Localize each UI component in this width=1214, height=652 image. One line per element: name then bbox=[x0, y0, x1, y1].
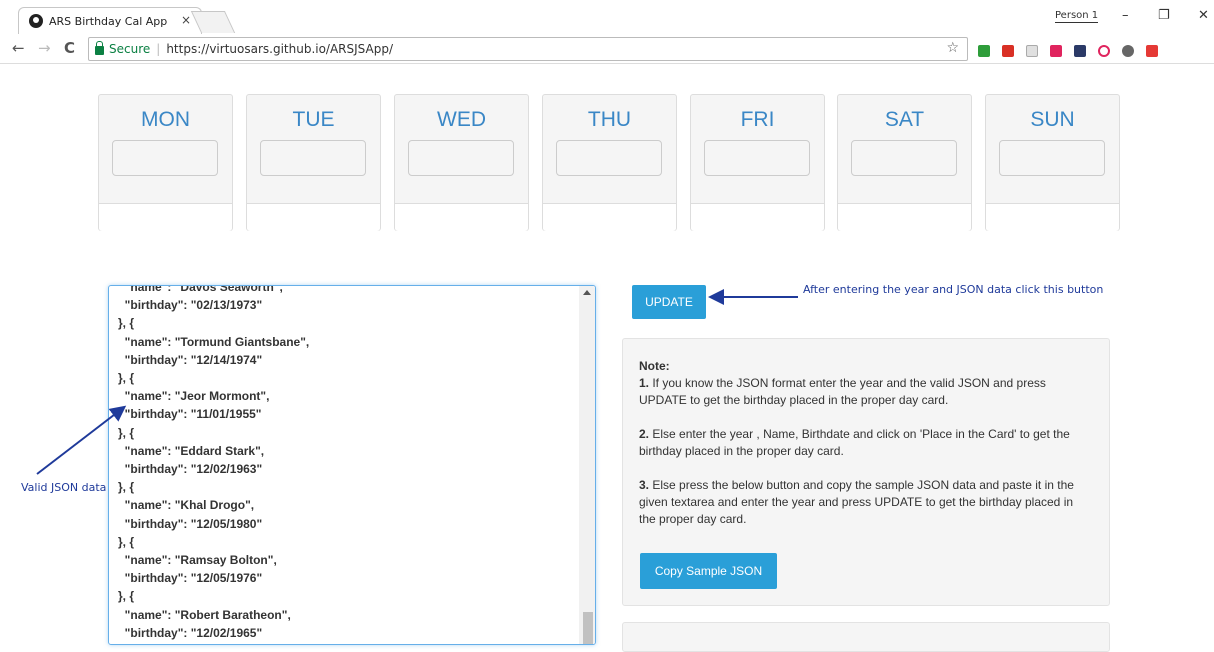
day-birthday-box bbox=[851, 140, 957, 176]
note-item-1: 1. If you know the JSON format enter the… bbox=[639, 376, 1046, 407]
github-icon bbox=[29, 14, 43, 28]
json-line: }, { bbox=[118, 589, 135, 604]
extension-icon-5[interactable] bbox=[1074, 45, 1086, 57]
json-textarea[interactable]: "name": "Davos Seaworth", "birthday": "0… bbox=[108, 285, 596, 645]
json-line: "birthday": "12/05/1980" bbox=[118, 516, 263, 531]
json-line: "birthday": "02/13/1973" bbox=[118, 298, 263, 313]
json-line: "name": "Eddard Stark", bbox=[118, 443, 265, 458]
day-label: TUE bbox=[292, 108, 335, 131]
update-button[interactable]: UPDATE bbox=[632, 285, 706, 319]
json-line: }, { bbox=[118, 480, 135, 495]
json-line: "name": "Jeor Mormont", bbox=[118, 389, 270, 404]
copy-sample-json-button[interactable]: Copy Sample JSON bbox=[640, 553, 777, 589]
json-line: "name": "Davos Seaworth", bbox=[118, 285, 283, 294]
extension-icon-3[interactable] bbox=[1026, 45, 1038, 57]
day-card-mon: MON bbox=[98, 94, 233, 231]
tab-title: ARS Birthday Cal App bbox=[49, 14, 168, 28]
day-birthday-box bbox=[112, 140, 218, 176]
day-card-footer bbox=[838, 203, 971, 231]
day-label: SAT bbox=[884, 108, 925, 131]
textarea-scrollbar[interactable] bbox=[579, 286, 595, 644]
reload-icon[interactable]: C bbox=[64, 39, 75, 57]
note-title: Note: bbox=[639, 359, 670, 373]
url-field[interactable]: Secure | https://virtuosars.github.io/AR… bbox=[88, 37, 968, 61]
day-card-footer bbox=[99, 203, 232, 231]
day-card-sun: SUN bbox=[985, 94, 1120, 231]
day-birthday-box bbox=[556, 140, 662, 176]
json-line: "name": "Ramsay Bolton", bbox=[118, 553, 277, 568]
json-line: }, { bbox=[118, 371, 135, 386]
extension-icon-4[interactable] bbox=[1050, 45, 1062, 57]
browser-tab[interactable]: ARS Birthday Cal App × bbox=[18, 7, 202, 34]
scroll-thumb[interactable] bbox=[583, 612, 593, 644]
json-line: }, { bbox=[118, 316, 135, 331]
day-card-fri: FRI bbox=[690, 94, 825, 231]
url-text: https://virtuosars.github.io/ARSJSApp/ bbox=[166, 42, 393, 56]
json-line: "name": "Khal Drogo", bbox=[118, 498, 255, 513]
lock-icon bbox=[95, 40, 104, 55]
json-line: }, { bbox=[118, 534, 135, 549]
json-line: "name": "Robert Baratheon", bbox=[118, 607, 291, 622]
day-label: FRI bbox=[740, 108, 775, 131]
json-line: "birthday": "11/01/1955" bbox=[118, 407, 262, 422]
panda-icon[interactable] bbox=[1122, 45, 1134, 57]
day-card-footer bbox=[543, 203, 676, 231]
day-label: WED bbox=[437, 108, 486, 131]
day-birthday-box bbox=[408, 140, 514, 176]
day-card-sat: SAT bbox=[837, 94, 972, 231]
extension-icon-8[interactable] bbox=[1146, 45, 1158, 57]
close-window-icon[interactable]: ✕ bbox=[1198, 8, 1209, 23]
forward-icon[interactable]: → bbox=[38, 39, 51, 57]
profile-button[interactable]: Person 1 bbox=[1055, 10, 1099, 23]
json-text: "name": "Davos Seaworth", "birthday": "0… bbox=[118, 285, 310, 644]
json-line: "birthday": "12/05/1976" bbox=[118, 571, 263, 586]
day-birthday-box bbox=[704, 140, 810, 176]
day-card-tue: TUE bbox=[246, 94, 381, 231]
day-label: THU bbox=[587, 108, 632, 131]
day-card-footer bbox=[395, 203, 528, 231]
address-bar: ← → C Secure | https://virtuosars.github… bbox=[0, 34, 1214, 64]
browser-tab-bar: ARS Birthday Cal App × Person 1 – ❐ ✕ bbox=[0, 0, 1214, 34]
restore-icon[interactable]: ❐ bbox=[1158, 8, 1170, 23]
bookmark-star-icon[interactable]: ☆ bbox=[946, 40, 959, 56]
note-item-2: 2. Else enter the year , Name, Birthdate… bbox=[639, 427, 1070, 458]
note-panel: Note: 1. If you know the JSON format ent… bbox=[622, 338, 1110, 606]
scroll-up-icon[interactable] bbox=[583, 290, 591, 295]
day-birthday-box bbox=[999, 140, 1105, 176]
minimize-icon[interactable]: – bbox=[1122, 8, 1129, 23]
note-item-3: 3. Else press the below button and copy … bbox=[639, 478, 1074, 526]
day-card-thu: THU bbox=[542, 94, 677, 231]
json-line: "birthday": "12/14/1974" bbox=[118, 352, 263, 367]
url-separator: | bbox=[156, 42, 161, 56]
json-line: }, { bbox=[118, 642, 309, 644]
back-icon[interactable]: ← bbox=[12, 39, 25, 57]
extension-icon-2[interactable] bbox=[1002, 45, 1014, 57]
day-card-wed: WED bbox=[394, 94, 529, 231]
day-label: SUN bbox=[1030, 108, 1075, 131]
json-line: "name": "Tormund Giantsbane", bbox=[118, 334, 310, 349]
day-label: MON bbox=[141, 108, 190, 131]
json-line: "birthday": "12/02/1965" bbox=[118, 625, 263, 640]
entry-panel bbox=[622, 622, 1110, 652]
secure-label: Secure bbox=[109, 42, 151, 56]
valid-json-annotation: Valid JSON data bbox=[21, 481, 107, 494]
json-line: }, { bbox=[118, 425, 135, 440]
day-birthday-box bbox=[260, 140, 366, 176]
update-hint-annotation: After entering the year and JSON data cl… bbox=[803, 283, 1104, 296]
day-card-footer bbox=[247, 203, 380, 231]
json-line: "birthday": "12/02/1963" bbox=[118, 462, 263, 477]
opera-icon[interactable] bbox=[1098, 45, 1110, 57]
day-card-footer bbox=[986, 203, 1119, 231]
day-card-footer bbox=[691, 203, 824, 231]
extension-icon-1[interactable] bbox=[978, 45, 990, 57]
tab-close-icon[interactable]: × bbox=[181, 13, 191, 27]
